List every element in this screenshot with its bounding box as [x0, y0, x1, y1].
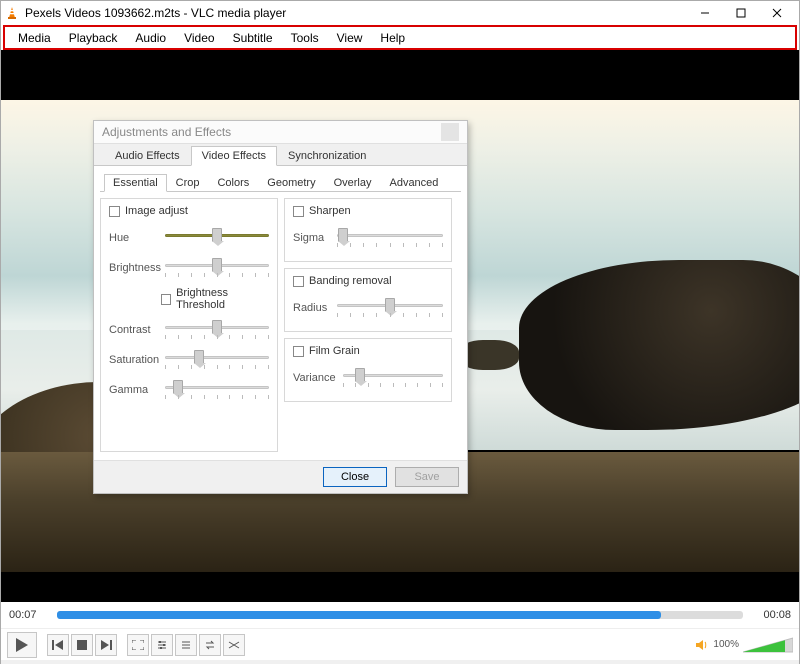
extended-settings-button[interactable]: [151, 634, 173, 656]
menu-tools[interactable]: Tools: [282, 29, 328, 47]
close-button[interactable]: Close: [323, 467, 387, 487]
titlebar: Pexels Videos 1093662.m2ts - VLC media p…: [1, 1, 799, 25]
save-button[interactable]: Save: [395, 467, 459, 487]
volume-slider[interactable]: [743, 636, 793, 654]
menu-help[interactable]: Help: [371, 29, 414, 47]
video-effects-panel: Essential Crop Colors Geometry Overlay A…: [94, 166, 467, 460]
sigma-label: Sigma: [293, 232, 331, 244]
subtab-colors[interactable]: Colors: [208, 174, 258, 191]
hue-label: Hue: [109, 232, 159, 244]
menu-subtitle[interactable]: Subtitle: [224, 29, 282, 47]
image-adjust-group: Image adjust Hue Brightness Brightn: [100, 198, 278, 452]
filmgrain-label: Film Grain: [309, 345, 360, 357]
dialog-footer: Close Save: [94, 460, 467, 493]
sharpen-group: Sharpen Sigma: [284, 198, 452, 262]
subtab-overlay[interactable]: Overlay: [325, 174, 381, 191]
speaker-icon[interactable]: [695, 638, 709, 652]
banding-label: Banding removal: [309, 275, 392, 287]
vlc-cone-icon: [5, 6, 19, 20]
seek-slider[interactable]: [57, 611, 743, 619]
image-adjust-checkbox[interactable]: [109, 206, 120, 217]
stop-button[interactable]: [71, 634, 93, 656]
radius-label: Radius: [293, 302, 331, 314]
menubar: Media Playback Audio Video Subtitle Tool…: [3, 25, 797, 50]
tab-audio-effects[interactable]: Audio Effects: [104, 146, 191, 165]
tab-video-effects[interactable]: Video Effects: [191, 146, 277, 166]
maximize-button[interactable]: [723, 2, 759, 24]
brightness-label: Brightness: [109, 262, 159, 274]
variance-label: Variance: [293, 372, 337, 384]
subtab-crop[interactable]: Crop: [167, 174, 209, 191]
menu-media[interactable]: Media: [9, 29, 60, 47]
play-button[interactable]: [7, 632, 37, 658]
volume-percent: 100%: [713, 639, 739, 650]
video-area[interactable]: Adjustments and Effects Audio Effects Vi…: [1, 50, 799, 602]
dialog-sub-tabs: Essential Crop Colors Geometry Overlay A…: [100, 172, 461, 192]
gamma-slider[interactable]: [165, 379, 269, 401]
hue-slider[interactable]: [165, 227, 269, 249]
menu-view[interactable]: View: [328, 29, 372, 47]
subtab-geometry[interactable]: Geometry: [258, 174, 324, 191]
close-window-button[interactable]: [759, 2, 795, 24]
status-bar: [1, 660, 799, 664]
variance-slider[interactable]: [343, 367, 443, 389]
saturation-label: Saturation: [109, 354, 159, 366]
radius-slider[interactable]: [337, 297, 443, 319]
menu-playback[interactable]: Playback: [60, 29, 127, 47]
contrast-slider[interactable]: [165, 319, 269, 341]
subtab-essential[interactable]: Essential: [104, 174, 167, 192]
effects-dialog: Adjustments and Effects Audio Effects Vi…: [93, 120, 468, 494]
loop-button[interactable]: [199, 634, 221, 656]
control-bar: 100%: [1, 628, 799, 660]
image-adjust-label: Image adjust: [125, 205, 188, 217]
brightness-threshold-label: Brightness Threshold: [176, 287, 269, 311]
time-total[interactable]: 00:08: [749, 609, 791, 621]
window-title: Pexels Videos 1093662.m2ts - VLC media p…: [25, 6, 286, 20]
brightness-threshold-checkbox[interactable]: [161, 294, 171, 305]
volume-control: 100%: [695, 636, 793, 654]
saturation-slider[interactable]: [165, 349, 269, 371]
dialog-title-text: Adjustments and Effects: [102, 125, 231, 139]
next-button[interactable]: [95, 634, 117, 656]
sigma-slider[interactable]: [337, 227, 443, 249]
playlist-button[interactable]: [175, 634, 197, 656]
dialog-titlebar[interactable]: Adjustments and Effects: [94, 121, 467, 144]
brightness-slider[interactable]: [165, 257, 269, 279]
sharpen-label: Sharpen: [309, 205, 351, 217]
subtab-advanced[interactable]: Advanced: [380, 174, 447, 191]
fullscreen-button[interactable]: [127, 634, 149, 656]
previous-button[interactable]: [47, 634, 69, 656]
dialog-close-icon[interactable]: [441, 123, 459, 141]
banding-checkbox[interactable]: [293, 276, 304, 287]
tab-synchronization[interactable]: Synchronization: [277, 146, 377, 165]
filmgrain-checkbox[interactable]: [293, 346, 304, 357]
time-bar: 00:07 00:08: [1, 602, 799, 628]
gamma-label: Gamma: [109, 384, 159, 396]
menu-audio[interactable]: Audio: [126, 29, 175, 47]
minimize-button[interactable]: [687, 2, 723, 24]
dialog-main-tabs: Audio Effects Video Effects Synchronizat…: [94, 144, 467, 166]
contrast-label: Contrast: [109, 324, 159, 336]
menu-video[interactable]: Video: [175, 29, 223, 47]
shuffle-button[interactable]: [223, 634, 245, 656]
time-elapsed[interactable]: 00:07: [9, 609, 51, 621]
filmgrain-group: Film Grain Variance: [284, 338, 452, 402]
banding-group: Banding removal Radius: [284, 268, 452, 332]
sharpen-checkbox[interactable]: [293, 206, 304, 217]
